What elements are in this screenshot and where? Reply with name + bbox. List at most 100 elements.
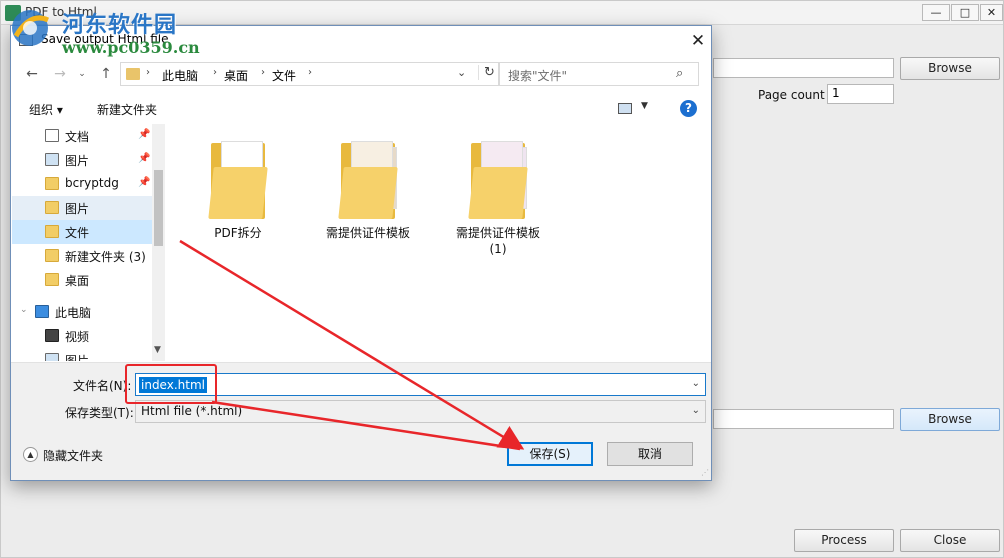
- nav-item-label: 图片: [65, 354, 90, 361]
- breadcrumb-desktop[interactable]: 桌面: [224, 67, 248, 84]
- dialog-close-icon[interactable]: ✕: [687, 30, 709, 52]
- up-arrow-icon[interactable]: ↑: [97, 66, 115, 82]
- watermark-logo-icon: [12, 10, 50, 46]
- folder-item[interactable]: 需提供证件模板: [313, 139, 423, 241]
- search-icon[interactable]: ⌕: [676, 66, 683, 81]
- dialog-footer: 文件名(N): index.html ⌄ 保存类型(T): Html file …: [11, 363, 711, 480]
- nav-item-pictures-folder[interactable]: 图片: [12, 196, 152, 220]
- forward-arrow-icon[interactable]: →: [51, 66, 69, 82]
- browse-output-button[interactable]: Browse: [900, 408, 1000, 431]
- address-bar[interactable]: › 此电脑 › 桌面 › 文件 › ⌄ ↻: [120, 62, 499, 86]
- search-placeholder: 搜索"文件": [508, 69, 568, 83]
- output-path-field[interactable]: [713, 409, 894, 429]
- view-icon[interactable]: [618, 103, 632, 114]
- picture-icon: [45, 153, 59, 166]
- file-list: PDF拆分 需提供证件模板 需提供证件模板 (1): [168, 124, 711, 361]
- search-input[interactable]: 搜索"文件" ⌕: [499, 62, 699, 86]
- back-arrow-icon[interactable]: ←: [23, 66, 41, 82]
- cancel-button[interactable]: 取消: [607, 442, 693, 466]
- folder-icon: [45, 201, 59, 214]
- nav-item-label: 视频: [65, 330, 90, 344]
- document-icon: [45, 129, 59, 142]
- nav-item-this-pc[interactable]: ⌄ 此电脑: [12, 300, 152, 324]
- nav-item-files[interactable]: 文件: [12, 220, 152, 244]
- filename-label: 文件名(N):: [73, 379, 132, 393]
- breadcrumb-files[interactable]: 文件: [272, 67, 296, 84]
- chevron-right-icon: ›: [261, 67, 265, 78]
- nav-scrollbar[interactable]: ▼: [152, 124, 165, 361]
- chevron-right-icon: ›: [308, 67, 312, 78]
- refresh-icon[interactable]: ↻: [478, 65, 495, 80]
- nav-item-label: 桌面: [65, 274, 90, 288]
- folder-label: 需提供证件模板 (1): [455, 226, 540, 256]
- chevron-down-icon[interactable]: ⌄: [692, 378, 700, 389]
- folder-icon: [45, 273, 59, 286]
- folder-icon: [126, 68, 140, 80]
- nav-item-label: 文件: [65, 226, 90, 240]
- new-folder-button[interactable]: 新建文件夹: [97, 101, 157, 118]
- organize-menu[interactable]: 组织 ▾: [29, 101, 63, 118]
- chevron-down-icon[interactable]: ⌄: [692, 405, 700, 416]
- close-button[interactable]: Close: [900, 529, 1000, 552]
- page-count-label: Page count: [758, 88, 825, 102]
- nav-item-label: 此电脑: [55, 306, 92, 320]
- expand-chevron-icon[interactable]: ⌄: [20, 305, 28, 315]
- video-icon: [45, 329, 59, 342]
- page-count-field[interactable]: 1: [827, 84, 894, 104]
- view-dropdown-icon[interactable]: ▼: [641, 101, 648, 111]
- nav-item-pictures-pc[interactable]: 图片: [12, 348, 152, 361]
- nav-item-label: 新建文件夹 (3): [65, 250, 146, 264]
- nav-item-label: bcryptdg: [65, 176, 119, 190]
- nav-item-documents[interactable]: 文档 📌: [12, 124, 152, 148]
- nav-item-videos[interactable]: 视频: [12, 324, 152, 348]
- nav-item-label: 图片: [65, 202, 90, 216]
- nav-item-desktop[interactable]: 桌面: [12, 268, 152, 292]
- folder-item[interactable]: PDF拆分: [183, 139, 293, 241]
- computer-icon: [35, 305, 49, 318]
- chevron-right-icon: ›: [213, 67, 217, 78]
- folder-icon: [45, 177, 59, 190]
- collapse-icon: ▲: [23, 447, 38, 462]
- filetype-value: Html file (*.html): [141, 404, 243, 418]
- folder-icon: [333, 139, 403, 221]
- folder-icon: [463, 139, 533, 221]
- picture-icon: [45, 353, 59, 361]
- resize-grip-icon[interactable]: ⋰: [701, 468, 709, 477]
- filetype-select[interactable]: Html file (*.html) ⌄: [135, 400, 706, 423]
- filetype-label: 保存类型(T):: [65, 406, 134, 420]
- nav-item-label: 文档: [65, 130, 90, 144]
- chevron-right-icon: ›: [146, 67, 150, 78]
- scrollbar-thumb[interactable]: [154, 170, 163, 246]
- maximize-button[interactable]: □: [951, 4, 979, 21]
- folder-icon: [203, 139, 273, 221]
- annotation-highlight-box: [125, 364, 217, 404]
- filename-input[interactable]: index.html ⌄: [135, 373, 706, 396]
- watermark-url: www.pc0359.cn: [62, 38, 200, 57]
- chevron-down-icon[interactable]: ⌄: [457, 66, 466, 79]
- browse-input-button[interactable]: Browse: [900, 57, 1000, 80]
- folder-icon: [45, 249, 59, 262]
- dialog-toolbar: 组织 ▾ 新建文件夹 ▼ ?: [11, 96, 711, 122]
- process-button[interactable]: Process: [794, 529, 894, 552]
- scroll-down-icon[interactable]: ▼: [154, 345, 161, 355]
- folder-item[interactable]: 需提供证件模板 (1): [443, 139, 553, 257]
- breadcrumb-this-pc[interactable]: 此电脑: [162, 67, 198, 84]
- save-button[interactable]: 保存(S): [507, 442, 593, 466]
- recent-dropdown-icon[interactable]: ⌄: [73, 69, 91, 79]
- watermark-title: 河东软件园: [62, 12, 178, 38]
- save-dialog: Save output Html file ✕ ← → ⌄ ↑ › 此电脑 › …: [10, 25, 712, 481]
- window-close-button[interactable]: ✕: [980, 4, 1003, 21]
- nav-item-bcryptdg[interactable]: bcryptdg 📌: [12, 172, 152, 196]
- folder-label: PDF拆分: [214, 226, 262, 240]
- minimize-button[interactable]: —: [922, 4, 950, 21]
- input-path-field[interactable]: [713, 58, 894, 78]
- help-icon[interactable]: ?: [680, 100, 697, 117]
- pin-icon: 📌: [138, 129, 151, 140]
- nav-item-new-folder-3[interactable]: 新建文件夹 (3): [12, 244, 152, 268]
- folder-label: 需提供证件模板: [325, 226, 410, 240]
- nav-item-pictures[interactable]: 图片 📌: [12, 148, 152, 172]
- hide-folders-label: 隐藏文件夹: [43, 449, 104, 463]
- navigation-pane: 文档 📌 图片 📌 bcryptdg 📌 图片 文件 新建文件夹 (3) 桌面: [12, 124, 165, 361]
- folder-icon: [45, 225, 59, 238]
- pin-icon: 📌: [138, 153, 151, 164]
